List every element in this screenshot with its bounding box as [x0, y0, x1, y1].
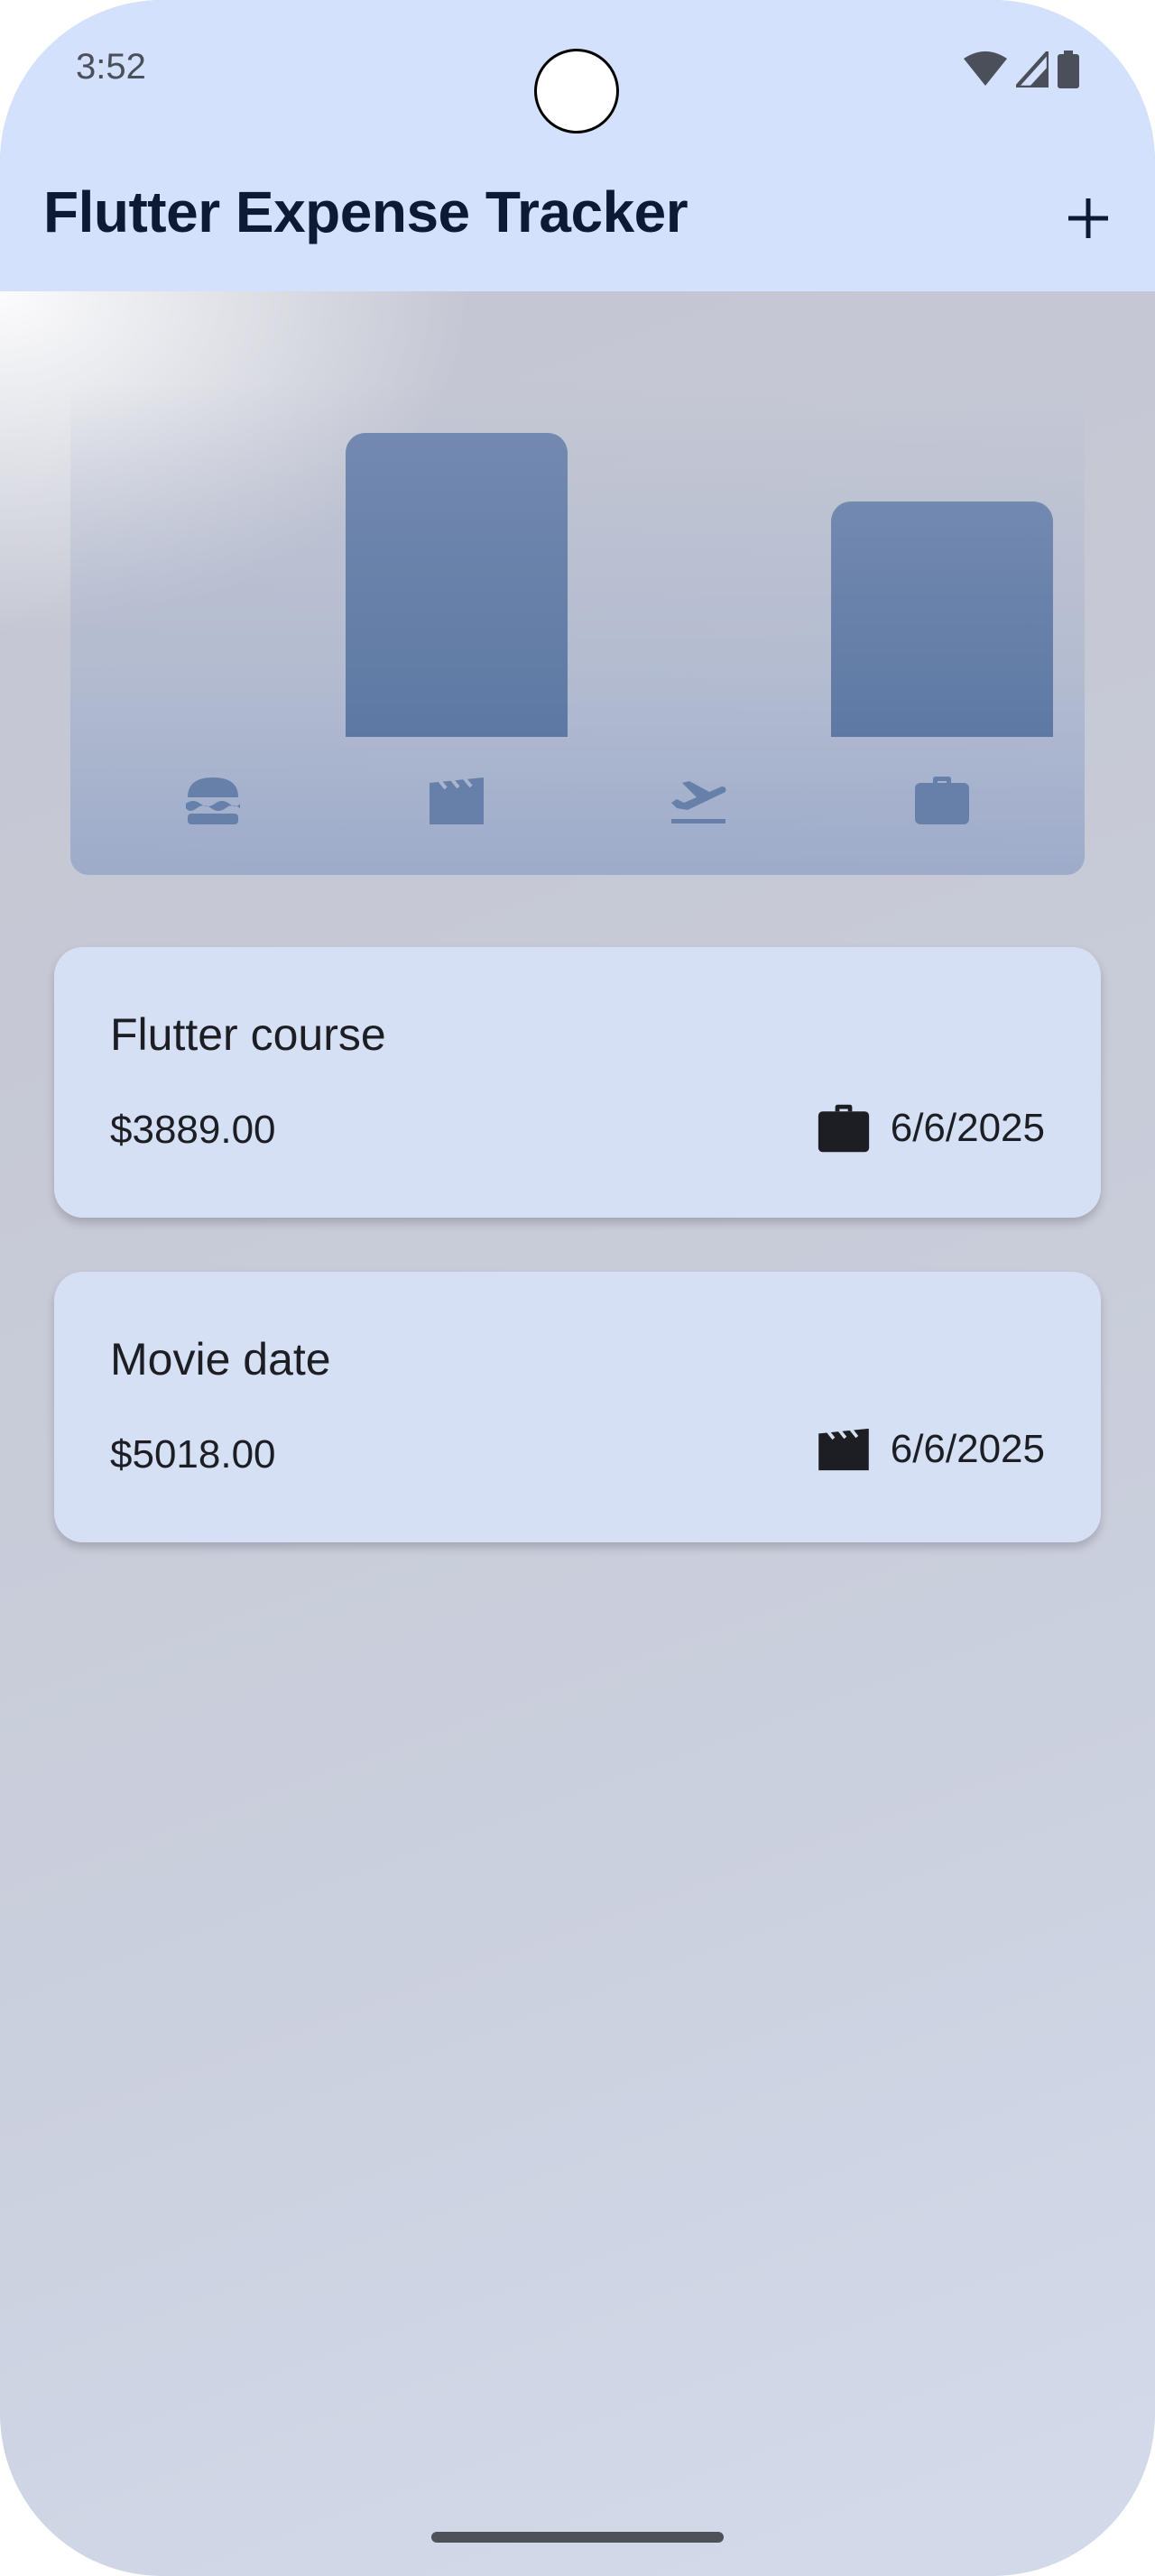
burger-icon: [186, 777, 240, 824]
add-icon: [1068, 198, 1108, 238]
chart-bar-work: [831, 501, 1053, 737]
battery-icon: [1058, 51, 1079, 93]
status-icons: [964, 46, 1079, 93]
expense-amount: $3889.00: [110, 1108, 276, 1152]
expense-title: Movie date: [110, 1334, 331, 1385]
expense-card[interactable]: Movie date $5018.00 6/6/2025: [54, 1272, 1101, 1542]
flight-takeoff-icon: [671, 781, 726, 823]
camera-cutout: [534, 49, 619, 133]
app-bar: 3:52 Flutter Expense Tracker: [0, 0, 1155, 291]
briefcase-icon: [915, 777, 969, 824]
add-expense-button[interactable]: [1059, 189, 1117, 247]
expense-date: 6/6/2025: [890, 1427, 1045, 1471]
briefcase-icon: [818, 1104, 869, 1153]
expense-card[interactable]: Flutter course $3889.00 6/6/2025: [54, 947, 1101, 1218]
wifi-icon: [964, 51, 1007, 92]
clapperboard-icon: [818, 1427, 869, 1471]
phone-screen: 3:52 Flutter Expense Tracker Flutter cou…: [0, 0, 1155, 2576]
home-indicator[interactable]: [431, 2532, 724, 2543]
clapperboard-icon: [430, 776, 484, 824]
expense-title: Flutter course: [110, 1009, 386, 1060]
expense-amount: $5018.00: [110, 1432, 276, 1477]
chart-bar-leisure: [346, 433, 568, 737]
status-time: 3:52: [76, 47, 146, 87]
expense-date: 6/6/2025: [890, 1106, 1045, 1150]
signal-icon: [1012, 46, 1051, 92]
page-title: Flutter Expense Tracker: [43, 179, 688, 244]
